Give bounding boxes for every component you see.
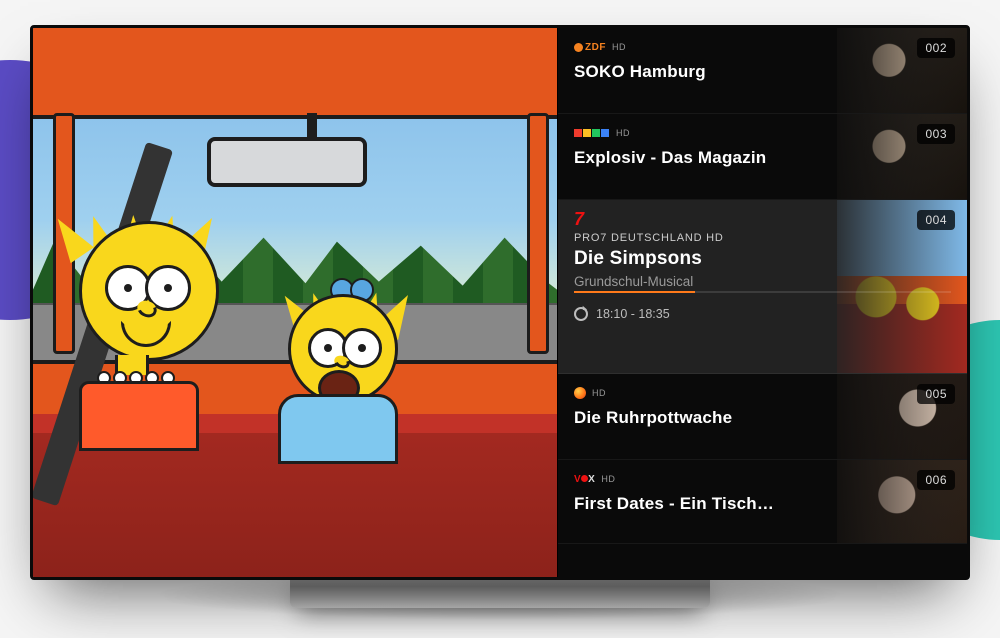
progress-bar xyxy=(574,291,951,293)
channel-item-006[interactable]: 006 VX HD First Dates - Ein Tisch… xyxy=(558,460,967,544)
channel-item-004-selected[interactable]: 004 7 PRO7 DEUTSCHLAND HD Die Simpsons G… xyxy=(558,200,967,374)
channel-guide[interactable]: 002 ZDF HD SOKO Hamburg 003 HD xyxy=(557,28,967,577)
channel-logo-sat1: HD xyxy=(574,386,951,400)
channel-item-005[interactable]: 005 HD Die Ruhrpottwache xyxy=(558,374,967,460)
live-video-preview[interactable] xyxy=(33,28,557,577)
channel-number-badge: 004 xyxy=(917,210,955,230)
channel-number-badge: 002 xyxy=(917,38,955,58)
channel-item-003[interactable]: 003 HD Explosiv - Das Magazin xyxy=(558,114,967,200)
program-title: First Dates - Ein Tisch… xyxy=(574,494,951,514)
program-title: Die Ruhrpottwache xyxy=(574,408,951,428)
channel-item-002[interactable]: 002 ZDF HD SOKO Hamburg xyxy=(558,28,967,114)
progress-fill xyxy=(574,291,695,293)
character-lisa xyxy=(41,221,251,481)
channel-number-badge: 006 xyxy=(917,470,955,490)
program-title: SOKO Hamburg xyxy=(574,62,951,82)
program-title: Explosiv - Das Magazin xyxy=(574,148,951,168)
episode-subtitle: Grundschul-Musical xyxy=(574,274,951,289)
tv-frame: 002 ZDF HD SOKO Hamburg 003 HD xyxy=(30,25,970,580)
video-car xyxy=(33,28,557,577)
channel-logo-vox: VX HD xyxy=(574,472,951,486)
program-title: Die Simpsons xyxy=(574,248,951,270)
channel-logo-pro7: 7 xyxy=(574,212,951,226)
program-time: 18:10 - 18:35 xyxy=(596,307,670,321)
channel-logo-rtlzwei: HD xyxy=(574,126,951,140)
restart-icon[interactable] xyxy=(574,307,588,321)
tv-screen: 002 ZDF HD SOKO Hamburg 003 HD xyxy=(33,28,967,577)
channel-logo-zdf: ZDF HD xyxy=(574,40,951,54)
channel-number-badge: 003 xyxy=(917,124,955,144)
channel-name-label: PRO7 DEUTSCHLAND HD xyxy=(574,232,951,244)
character-maggie xyxy=(272,294,432,484)
channel-number-badge: 005 xyxy=(917,384,955,404)
